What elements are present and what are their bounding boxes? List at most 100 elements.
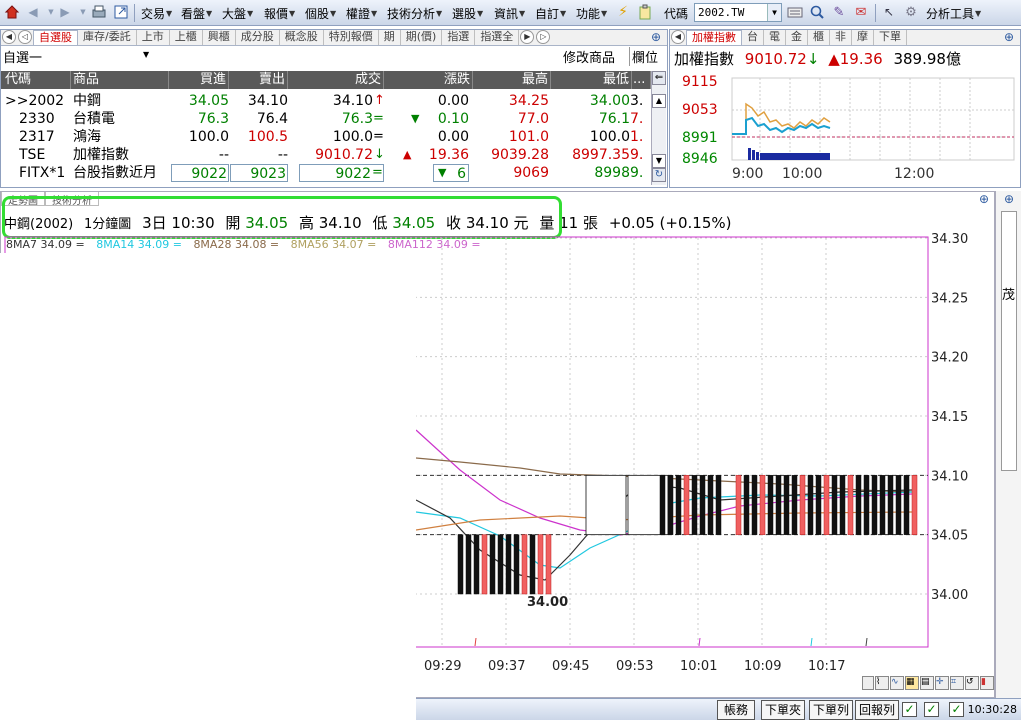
header-bid[interactable]: 買進 [171,71,229,89]
undo-icon[interactable]: ↺ [965,676,979,690]
line-icon[interactable]: ∿ [890,676,904,690]
header-change[interactable]: 漲跌 [385,71,473,89]
menu-screener[interactable]: 選股 ▼ [452,3,483,23]
zoom-icon[interactable]: ⊕ [976,192,992,208]
tab-concept[interactable]: 概念股 [280,30,324,45]
table-row[interactable]: 2317 鴻海 100.0 100.5 100.0 = 0.00 101.0 1… [1,128,651,146]
zoom-icon[interactable]: ⊕ [648,30,664,46]
row-high: 101.0 [508,129,549,145]
watchlist-select[interactable]: 自選一 [3,51,42,66]
order-bar-button[interactable]: 下單列 [809,700,853,720]
chevron-down-icon[interactable]: ▼ [767,4,781,21]
forward-icon[interactable]: ▶ [56,3,74,21]
header-code[interactable]: 代碼 [5,71,71,89]
chevron-down-icon[interactable]: ▼ [652,154,666,168]
row-ask[interactable]: 9023 [230,164,288,182]
header-ask[interactable]: 賣出 [230,71,288,89]
account-button[interactable]: 帳務 [717,700,755,720]
table-row[interactable]: TSE 加權指數 -- -- 9010.72 ↓ ▲ 19.36 9039.28… [1,146,651,164]
header-low[interactable]: 最低 [552,71,632,89]
menu-info[interactable]: 資訊 ▼ [494,3,525,23]
table-row[interactable]: FITX*1 台股指數近月 9022 9023 9022 = 6 ▼ 9069 … [1,164,651,182]
tab-listed[interactable]: 上市 [137,30,170,45]
gear-icon[interactable]: ⚙ [902,3,920,21]
zoom-icon[interactable]: ⊕ [1001,30,1017,46]
menu-analysis-tools[interactable]: 分析工具 ▼ [926,3,981,23]
tab-index[interactable]: 加權指數 [686,30,742,45]
zoom-icon[interactable]: ⊕ [1001,192,1017,208]
chevron-up-icon[interactable]: ▲ [652,94,666,108]
cursor-icon[interactable]: ↖ [880,3,898,21]
tab-elec[interactable]: 電 [764,30,786,45]
chevron-left-icon[interactable]: ◀ [671,30,685,44]
tab-emerging[interactable]: 興櫃 [203,30,236,45]
menu-market[interactable]: 大盤 ▼ [222,3,253,23]
order-folder-button[interactable]: 下單夾 [761,700,805,720]
checkbox[interactable]: ✓ [924,702,939,717]
menu-watch[interactable]: 看盤 ▼ [181,3,212,23]
menu-function[interactable]: 功能 ▼ [576,3,607,23]
header-last[interactable]: 成交 [289,71,384,89]
tab-inventory[interactable]: 庫存/委託 [78,30,137,45]
home-icon[interactable] [3,3,21,21]
row-bid[interactable]: 9022 [171,164,229,182]
tab-msci[interactable]: 摩 [852,30,874,45]
chevron-left-icon[interactable]: ◁ [18,30,32,44]
popout-icon[interactable] [112,3,130,21]
quote-scrollbar[interactable]: ⇐ ▲ ▼ ↻ [651,71,666,185]
chart-type-icon[interactable]: ⌇ [875,676,889,690]
chevron-left-icon[interactable]: ⇐ [652,71,666,85]
report-bar-button[interactable]: 回報列 [855,700,899,720]
chevron-down-icon[interactable]: ▼ [143,50,149,59]
volume-unit: 張 [583,214,599,232]
header-high[interactable]: 最高 [474,71,551,89]
header-name[interactable]: 商品 [73,71,169,89]
tab-index-options[interactable]: 指選 [442,30,476,45]
chevron-right-icon[interactable]: ▷ [536,30,551,44]
grid-icon[interactable]: ▤ [920,676,934,690]
menu-quote[interactable]: 報價 ▼ [264,3,295,23]
menu-stock[interactable]: 個股 ▼ [305,3,336,23]
chevron-left-icon[interactable]: ◀ [2,30,16,44]
menu-trade[interactable]: 交易 ▼ [141,3,172,23]
clipboard-icon[interactable] [636,3,654,21]
fit-icon[interactable]: ⌗ [950,676,964,690]
menu-custom[interactable]: 自訂 ▼ [535,3,566,23]
lightning-icon[interactable]: ⚡ [614,3,632,21]
checkbox[interactable]: ✓ [949,702,964,717]
tab-fin[interactable]: 金 [786,30,808,45]
print-icon[interactable] [90,3,108,21]
equal-icon: = [373,129,384,144]
search-icon[interactable] [808,3,826,21]
calendar-icon[interactable]: ▦ [905,676,919,690]
tab-components[interactable]: 成分股 [236,30,280,45]
chevron-right-icon[interactable]: ▶ [520,30,535,44]
checkbox[interactable]: ✓ [902,702,917,717]
scroll-left-icon[interactable] [862,676,874,690]
tab-nonfin[interactable]: 非 [830,30,852,45]
tab-index-options-all[interactable]: 指選全 [475,30,520,45]
menu-technical[interactable]: 技術分析 ▼ [387,3,442,23]
tab-otc-index[interactable]: 櫃 [808,30,830,45]
tab-order[interactable]: 下單 [874,30,907,45]
table-row[interactable]: 2330 台積電 76.3 76.4 76.3 = ▼ 0.10 77.0 76… [1,110,651,128]
bar-chart-icon[interactable]: ▮ [980,676,994,690]
menu-warrant[interactable]: 權證 ▼ [346,3,377,23]
stock-code-input[interactable]: 2002.TW ▼ [694,3,782,22]
side-scrollbar[interactable]: 茂 [1001,211,1017,471]
tab-futures[interactable]: 期 [379,30,401,45]
back-icon[interactable]: ◀ [24,3,42,21]
columns-button[interactable]: 欄位 [629,47,658,66]
refresh-icon[interactable]: ↻ [652,168,666,182]
tab-watchlist[interactable]: 自選股 [33,30,78,45]
crosshair-icon[interactable]: ✛ [935,676,949,690]
keyboard-icon[interactable] [786,3,804,21]
tab-futures-price[interactable]: 期(價) [401,30,443,45]
tab-otc[interactable]: 上櫃 [170,30,203,45]
table-row[interactable]: >>2002 中鋼 34.05 34.10 34.10 ↑ 0.00 34.25… [1,92,651,110]
alert-icon[interactable]: ✉ [852,3,870,21]
tab-tw[interactable]: 台 [742,30,764,45]
tools-icon[interactable]: ✎ [830,3,848,21]
tab-special[interactable]: 特別報價 [324,30,379,45]
modify-items-button[interactable]: 修改商品 [563,47,615,66]
